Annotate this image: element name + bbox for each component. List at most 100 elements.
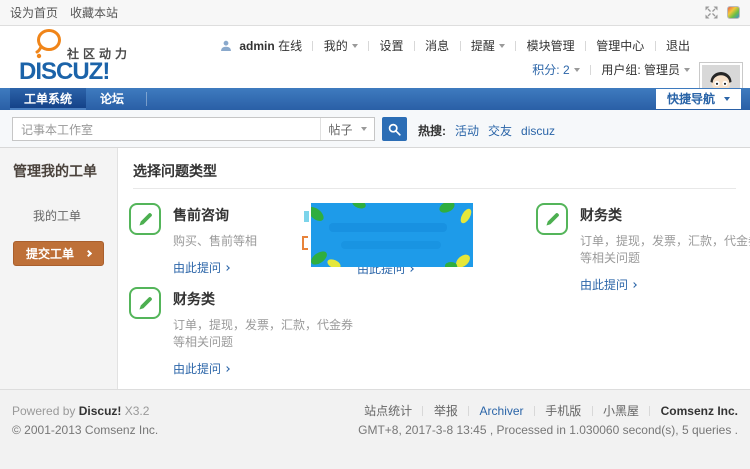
- pencil-icon: [129, 203, 161, 235]
- copyright: © 2001-2013 Comsenz Inc.: [12, 421, 158, 440]
- tab-forum[interactable]: 论坛: [86, 88, 138, 110]
- search-bar: 帖子 热搜: 活动 交友 discuz: [0, 110, 750, 148]
- discuz-logo[interactable]: 社区动力 DISCUZ!: [10, 26, 200, 88]
- divider: [534, 406, 535, 416]
- card-title: 财务类: [580, 205, 750, 225]
- footer-link-site-stats[interactable]: 站点统计: [364, 404, 412, 418]
- username-link[interactable]: admin: [239, 39, 274, 53]
- hot-link-friends[interactable]: 交友: [488, 122, 512, 139]
- menu-module-admin[interactable]: 模块管理: [527, 39, 575, 53]
- topbar-icons: [705, 6, 740, 19]
- ask-here-label: 由此提问: [173, 360, 221, 377]
- divider: [133, 188, 736, 189]
- footer-link-mobile[interactable]: 手机版: [545, 404, 581, 418]
- hidden-card-fragment: [302, 236, 308, 250]
- ask-here-label: 由此提问: [173, 259, 221, 276]
- menu-my[interactable]: 我的: [324, 39, 348, 53]
- menu-settings[interactable]: 设置: [379, 39, 403, 53]
- powered-by: Powered by Discuz! X3.2: [12, 402, 158, 421]
- ask-here-label: 由此提问: [580, 276, 628, 293]
- divider: [590, 65, 591, 75]
- divider: [146, 92, 147, 106]
- quick-nav-label: 快捷导航: [667, 89, 715, 109]
- user-menu-row: admin 在线 我的 设置 消息 提醒 模块管理 管理中心 退出: [220, 35, 690, 59]
- fullscreen-expand-icon[interactable]: [705, 6, 718, 19]
- search-input[interactable]: [13, 118, 320, 140]
- hot-link-discuz[interactable]: discuz: [521, 124, 555, 138]
- ask-here-link[interactable]: 由此提问: [580, 276, 750, 293]
- footer-right: 站点统计 举报 Archiver 手机版 小黑屋 Comsenz Inc. GM…: [358, 402, 738, 440]
- search-box: 帖子: [12, 117, 375, 141]
- menu-admin-center[interactable]: 管理中心: [596, 39, 644, 53]
- hot-search-label: 热搜:: [418, 122, 446, 139]
- divider: [468, 406, 469, 416]
- quick-nav-button[interactable]: 快捷导航: [656, 89, 741, 109]
- footer: Powered by Discuz! X3.2 © 2001-2013 Coms…: [0, 390, 750, 469]
- divider: [655, 41, 656, 51]
- chevron-right-icon: [85, 250, 92, 257]
- ask-here-link[interactable]: 由此提问: [173, 360, 363, 377]
- hot-search: 热搜: 活动 交友 discuz: [418, 122, 555, 139]
- chevron-right-icon: [631, 282, 637, 288]
- content: 管理我的工单 我的工单 提交工单 选择问题类型 售前咨询 购买、售前等相 由此提…: [0, 148, 750, 390]
- divider: [460, 41, 461, 51]
- topbar-links: 设为首页 收藏本站: [10, 4, 118, 21]
- divider: [592, 406, 593, 416]
- divider: [422, 406, 423, 416]
- card-description: 订单，提现，发票，汇款，代金券等相关问题: [173, 317, 363, 351]
- menu-messages[interactable]: 消息: [425, 39, 449, 53]
- footer-link-blacklist[interactable]: 小黑屋: [603, 404, 639, 418]
- footer-link-report[interactable]: 举报: [434, 404, 458, 418]
- chevron-down-icon: [574, 68, 580, 72]
- sticker-overlay-image: [311, 203, 473, 267]
- menu-reminders[interactable]: 提醒: [471, 39, 495, 53]
- credits-link[interactable]: 积分: 2: [532, 63, 569, 77]
- chevron-down-icon: [724, 97, 730, 101]
- user-stats-row: 积分: 2 用户组: 管理员: [220, 59, 690, 81]
- hidden-card-fragment: [304, 211, 309, 222]
- logo-text: DISCUZ!: [19, 58, 109, 86]
- bookmark-link[interactable]: 收藏本站: [70, 4, 118, 21]
- menu-logout[interactable]: 退出: [666, 39, 690, 53]
- usergroup-link[interactable]: 用户组: 管理员: [601, 63, 680, 77]
- divider: [414, 41, 415, 51]
- submit-ticket-button[interactable]: 提交工单: [13, 241, 104, 266]
- set-home-link[interactable]: 设为首页: [10, 4, 58, 21]
- search-type-select[interactable]: 帖子: [320, 118, 374, 140]
- search-button[interactable]: [382, 117, 407, 141]
- footer-link-archiver[interactable]: Archiver: [480, 404, 524, 418]
- powered-prefix: Powered by: [12, 404, 75, 418]
- ticket-type-card-finance[interactable]: 财务类 订单，提现，发票，汇款，代金券等相关问题 由此提问: [536, 203, 750, 293]
- chevron-right-icon: [224, 265, 230, 271]
- page-title: 选择问题类型: [133, 161, 217, 181]
- powered-brand: Discuz!: [79, 404, 122, 418]
- chevron-down-icon: [352, 44, 358, 48]
- chevron-down-icon: [499, 44, 505, 48]
- divider: [312, 41, 313, 51]
- card-title: 财务类: [173, 289, 363, 309]
- footer-links: 站点统计 举报 Archiver 手机版 小黑屋 Comsenz Inc.: [358, 402, 738, 421]
- card-body: 财务类 订单，提现，发票，汇款，代金券等相关问题 由此提问: [173, 287, 363, 377]
- main-panel: 选择问题类型 售前咨询 购买、售前等相 由此提问: [118, 148, 750, 389]
- topbar: 设为首页 收藏本站: [0, 0, 750, 26]
- footer-left: Powered by Discuz! X3.2 © 2001-2013 Coms…: [12, 402, 158, 440]
- sidebar-title: 管理我的工单: [13, 161, 117, 181]
- theme-palette-icon[interactable]: [727, 6, 740, 19]
- header: 社区动力 DISCUZ! admin 在线 我的 设置 消息 提醒 模块管理: [0, 26, 750, 88]
- submit-ticket-label: 提交工单: [26, 245, 74, 262]
- main-nav: 工单系统 论坛 快捷导航: [0, 88, 750, 110]
- chevron-down-icon: [361, 127, 367, 131]
- footer-comsenz: Comsenz Inc.: [661, 404, 738, 418]
- divider: [515, 41, 516, 51]
- ticket-type-card-finance-2[interactable]: 财务类 订单，提现，发票，汇款，代金券等相关问题 由此提问: [129, 287, 363, 377]
- user-bar: admin 在线 我的 设置 消息 提醒 模块管理 管理中心 退出 积分: 2: [220, 35, 690, 81]
- hot-link-activity[interactable]: 活动: [455, 122, 479, 139]
- divider: [649, 406, 650, 416]
- sidebar: 管理我的工单 我的工单 提交工单: [0, 148, 118, 389]
- tab-ticket-system[interactable]: 工单系统: [10, 88, 86, 110]
- online-status: 在线: [278, 39, 302, 53]
- sidebar-item-my-tickets[interactable]: 我的工单: [33, 207, 117, 224]
- pencil-icon: [129, 287, 161, 319]
- powered-version: X3.2: [125, 404, 150, 418]
- chevron-right-icon: [224, 366, 230, 372]
